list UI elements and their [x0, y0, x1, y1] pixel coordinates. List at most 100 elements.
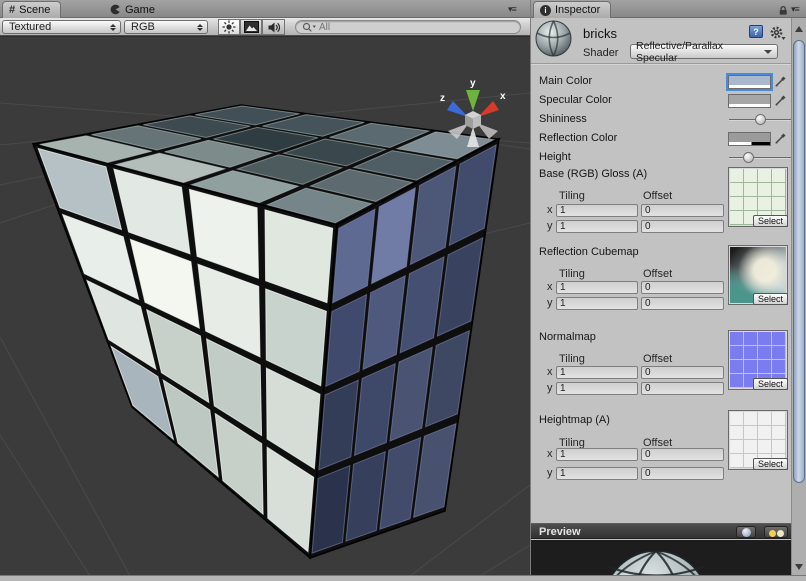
offset-x-input[interactable]	[641, 281, 724, 294]
material-sphere-icon	[535, 20, 572, 57]
gizmo-x-axis-cone[interactable]	[478, 101, 499, 117]
tiling-x-input[interactable]	[556, 448, 638, 461]
tab-inspector[interactable]: i Inspector	[533, 1, 611, 18]
textured-cube-object[interactable]	[33, 105, 499, 558]
draw-mode-value: Textured	[9, 21, 51, 33]
select-texture-button[interactable]: Select	[753, 378, 788, 390]
scene-viewport[interactable]: y x z	[0, 36, 530, 575]
tiling-x-input[interactable]	[556, 366, 638, 379]
shader-label: Shader	[583, 47, 618, 59]
tiling-header: Tiling	[559, 353, 585, 365]
alpha-bar	[729, 85, 770, 88]
select-texture-button[interactable]: Select	[753, 293, 788, 305]
scene-panel-menu-icon[interactable]: ▾≡	[508, 5, 516, 14]
reflection-color-swatch[interactable]	[728, 132, 771, 146]
eyedropper-icon[interactable]	[774, 131, 788, 145]
divider	[531, 63, 792, 65]
lighting-toggle-button[interactable]	[218, 19, 240, 35]
speaker-icon	[267, 21, 281, 34]
game-icon	[110, 4, 121, 15]
specular-color-swatch[interactable]	[728, 94, 771, 108]
shininess-slider[interactable]	[729, 113, 791, 127]
gizmo-neg-axis-cone[interactable]	[467, 127, 479, 147]
scroll-down-icon[interactable]	[795, 564, 803, 570]
light-dot-icon	[769, 530, 776, 537]
preview-lighting-button[interactable]	[764, 526, 788, 538]
offset-y-input[interactable]	[641, 220, 724, 233]
lock-icon[interactable]	[776, 4, 790, 16]
shininess-label: Shininess	[539, 113, 587, 125]
x-row-label: x	[547, 281, 553, 293]
texture-thumbnail-heightmap-white[interactable]: Select	[728, 410, 788, 470]
offset-header: Offset	[643, 353, 672, 365]
scene-grid-icon: #	[9, 4, 15, 16]
updown-arrows-icon	[110, 24, 116, 31]
tiling-y-input[interactable]	[556, 382, 638, 395]
offset-y-input[interactable]	[641, 297, 724, 310]
audio-toggle-button[interactable]	[262, 19, 285, 35]
inspector-body: bricks Shader Reflective/Parallax Specul…	[531, 18, 792, 575]
inspector-menu-icon[interactable]: ▾≡	[791, 5, 799, 14]
render-mode-button[interactable]	[240, 19, 262, 35]
gizmo-y-axis-cone[interactable]	[466, 90, 480, 111]
window-bottom-edge	[0, 575, 806, 581]
shader-value: Reflective/Parallax Specular	[636, 40, 764, 64]
texture-thumbnail-cubemap-sky[interactable]: Select	[728, 245, 788, 305]
tiling-x-input[interactable]	[556, 204, 638, 217]
shader-dropdown[interactable]: Reflective/Parallax Specular	[630, 44, 778, 59]
slider-knob[interactable]	[743, 152, 754, 163]
inspector-tabbar: i Inspector ▾≡	[531, 0, 806, 18]
alpha-bar	[729, 104, 770, 107]
y-row-label: y	[547, 220, 553, 232]
tiling-y-input[interactable]	[556, 297, 638, 310]
scene-search-field[interactable]	[295, 20, 521, 34]
preview-header[interactable]: Preview	[531, 523, 792, 539]
texture-slot-label: Base (RGB) Gloss (A)	[539, 168, 647, 180]
offset-y-input[interactable]	[641, 467, 724, 480]
color-mode-value: RGB	[131, 21, 155, 33]
select-texture-button[interactable]: Select	[753, 458, 788, 470]
slider-track	[729, 157, 791, 159]
offset-header: Offset	[643, 190, 672, 202]
slider-knob[interactable]	[755, 114, 766, 125]
info-icon: i	[540, 5, 551, 16]
draw-mode-dropdown[interactable]: Textured	[2, 20, 121, 34]
gizmo-x-label: x	[500, 91, 506, 102]
gear-icon[interactable]	[769, 25, 786, 41]
chevron-down-icon	[764, 50, 772, 54]
tab-inspector-label: Inspector	[555, 4, 600, 16]
tiling-y-input[interactable]	[556, 220, 638, 233]
x-row-label: x	[547, 448, 553, 460]
reflection-color-label: Reflection Color	[539, 132, 617, 144]
tiling-x-input[interactable]	[556, 281, 638, 294]
offset-y-input[interactable]	[641, 382, 724, 395]
texture-thumbnail-normalmap-purple[interactable]: Select	[728, 330, 788, 390]
main-color-swatch[interactable]	[728, 75, 771, 89]
texture-thumbnail-grid-green[interactable]: Select	[728, 167, 788, 227]
preview-sphere-button[interactable]	[736, 526, 756, 538]
image-icon	[244, 21, 259, 33]
offset-header: Offset	[643, 268, 672, 280]
offset-x-input[interactable]	[641, 366, 724, 379]
eyedropper-icon[interactable]	[774, 93, 788, 107]
help-icon[interactable]: ?	[749, 25, 763, 38]
offset-x-input[interactable]	[641, 204, 724, 217]
select-texture-button[interactable]: Select	[753, 215, 788, 227]
scroll-up-icon[interactable]	[795, 26, 803, 32]
gizmo-y-label: y	[470, 78, 476, 89]
updown-arrows-icon	[197, 24, 203, 31]
sun-icon	[222, 20, 236, 34]
search-input[interactable]	[319, 22, 489, 33]
color-mode-dropdown[interactable]: RGB	[124, 20, 208, 34]
inspector-scrollbar[interactable]	[791, 18, 806, 575]
tiling-y-input[interactable]	[556, 467, 638, 480]
height-slider[interactable]	[729, 151, 791, 165]
tiling-header: Tiling	[559, 268, 585, 280]
tab-scene[interactable]: # Scene	[2, 1, 61, 18]
tab-game[interactable]: Game	[104, 1, 165, 18]
eyedropper-icon[interactable]	[774, 74, 788, 88]
scrollbar-thumb[interactable]	[793, 40, 805, 483]
gizmo-z-axis-cone[interactable]	[447, 101, 468, 117]
scene-orientation-gizmo[interactable]: y x z	[436, 77, 510, 153]
offset-x-input[interactable]	[641, 448, 724, 461]
